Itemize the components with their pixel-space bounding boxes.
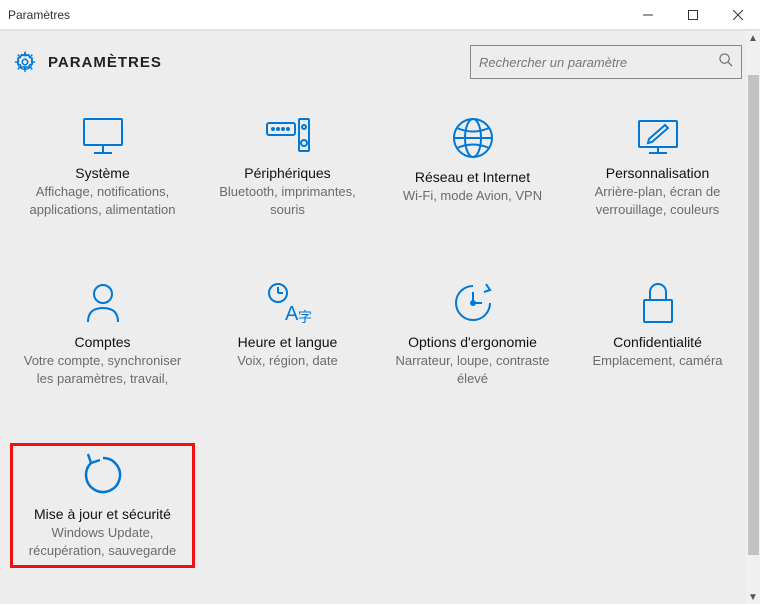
titlebar: Paramètres bbox=[0, 0, 760, 30]
tile-title: Heure et langue bbox=[238, 334, 338, 350]
tile-update-security[interactable]: Mise à jour et sécurité Windows Update, … bbox=[10, 443, 195, 568]
close-button[interactable] bbox=[715, 0, 760, 29]
tile-personalization[interactable]: Personnalisation Arrière-plan, écran de … bbox=[565, 109, 750, 224]
tile-subtitle: Arrière-plan, écran de verrouillage, cou… bbox=[573, 183, 742, 218]
tile-title: Confidentialité bbox=[613, 334, 702, 350]
tile-title: Périphériques bbox=[244, 165, 330, 181]
gear-icon bbox=[14, 51, 36, 73]
tile-title: Réseau et Internet bbox=[415, 169, 530, 185]
tile-subtitle: Emplacement, caméra bbox=[592, 352, 722, 370]
tile-devices[interactable]: Périphériques Bluetooth, imprimantes, so… bbox=[195, 109, 380, 224]
window-controls bbox=[625, 0, 760, 29]
minimize-button[interactable] bbox=[625, 0, 670, 29]
search-icon bbox=[718, 52, 733, 72]
tile-subtitle: Affichage, notifications, applications, … bbox=[18, 183, 187, 218]
tile-title: Système bbox=[75, 165, 129, 181]
tile-title: Options d'ergonomie bbox=[408, 334, 537, 350]
tile-accounts[interactable]: Comptes Votre compte, synchroniser les p… bbox=[10, 274, 195, 393]
tile-subtitle: Bluetooth, imprimantes, souris bbox=[203, 183, 372, 218]
svg-text:A: A bbox=[285, 303, 299, 325]
content-area: PARAMÈTRES Système Affichage, notificati… bbox=[0, 30, 760, 604]
tile-system[interactable]: Système Affichage, notifications, applic… bbox=[10, 109, 195, 224]
tile-title: Mise à jour et sécurité bbox=[34, 506, 171, 522]
header-row: PARAMÈTRES bbox=[0, 31, 760, 89]
tile-ease-of-access[interactable]: Options d'ergonomie Narrateur, loupe, co… bbox=[380, 274, 565, 393]
tile-title: Personnalisation bbox=[606, 165, 710, 181]
tile-subtitle: Wi-Fi, mode Avion, VPN bbox=[403, 187, 542, 205]
maximize-button[interactable] bbox=[670, 0, 715, 29]
tile-network[interactable]: Réseau et Internet Wi-Fi, mode Avion, VP… bbox=[380, 109, 565, 224]
scrollbar-thumb[interactable] bbox=[748, 75, 759, 555]
search-box[interactable] bbox=[470, 45, 742, 79]
tile-time-language[interactable]: A 字 Heure et langue Voix, région, date bbox=[195, 274, 380, 393]
tile-subtitle: Windows Update, récupération, sauvegarde bbox=[21, 524, 184, 559]
tile-privacy[interactable]: Confidentialité Emplacement, caméra bbox=[565, 274, 750, 393]
search-input[interactable] bbox=[479, 55, 718, 70]
svg-text:字: 字 bbox=[298, 309, 312, 325]
tile-subtitle: Narrateur, loupe, contraste élevé bbox=[388, 352, 557, 387]
scroll-down-icon[interactable]: ▼ bbox=[746, 590, 760, 604]
settings-grid: Système Affichage, notifications, applic… bbox=[0, 89, 760, 578]
tile-title: Comptes bbox=[74, 334, 130, 350]
page-title: PARAMÈTRES bbox=[48, 54, 470, 71]
tile-subtitle: Votre compte, synchroniser les paramètre… bbox=[18, 352, 187, 387]
window-title: Paramètres bbox=[8, 8, 625, 22]
tile-subtitle: Voix, région, date bbox=[237, 352, 337, 370]
scrollbar[interactable]: ▲ ▼ bbox=[746, 31, 760, 604]
scroll-up-icon[interactable]: ▲ bbox=[746, 31, 760, 45]
